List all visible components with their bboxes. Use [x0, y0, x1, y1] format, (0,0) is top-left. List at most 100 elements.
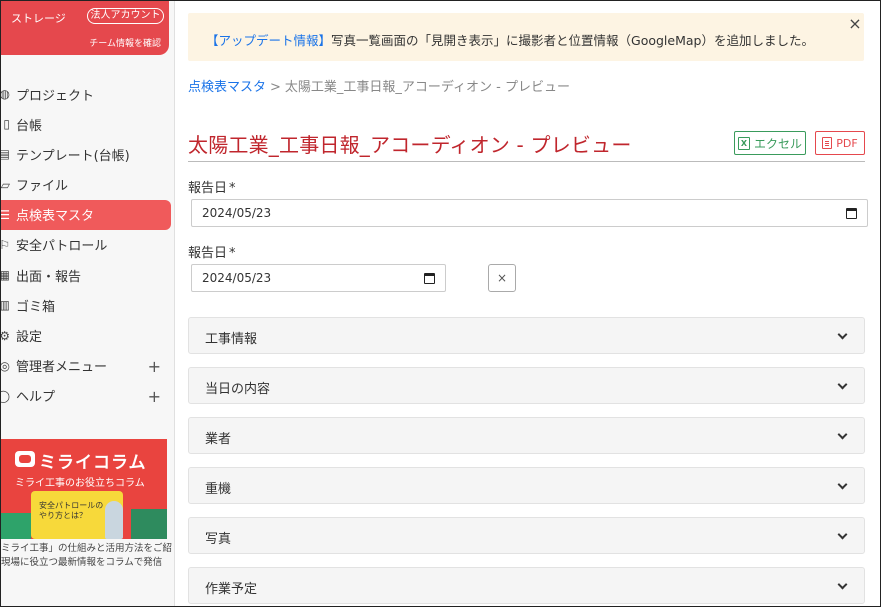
accordion-label: 工事情報: [205, 332, 258, 347]
accordion-contractors[interactable]: 業者: [188, 417, 865, 454]
required-mark: *: [229, 181, 236, 196]
chevron-down-icon: [837, 479, 848, 490]
sidebar-note: ミライ工事」の仕組みと活用方法をご紹 現場に役立つ最新情報をコラムで発信: [1, 542, 173, 570]
main-content: 【アップデート情報】写真一覧画面の「見開き表示」に撮影者と位置情報（Google…: [176, 1, 880, 606]
admin-icon: ◎: [1, 351, 10, 381]
export-excel-label: エクセル: [753, 136, 802, 151]
sidebar-note-line: ミライ工事」の仕組みと活用方法をご紹: [1, 543, 173, 554]
calendar-icon[interactable]: [846, 208, 857, 219]
close-icon[interactable]: ×: [848, 14, 862, 33]
sidebar-item-label: テンプレート(台帳): [16, 148, 130, 164]
sidebar-item-label: 台帳: [16, 118, 43, 134]
report-date-input[interactable]: 2024/05/23: [191, 199, 868, 227]
worker-illustration: [105, 501, 123, 539]
accordion-daily-content[interactable]: 当日の内容: [188, 367, 865, 404]
date-value: 2024/05/23: [202, 271, 272, 285]
globe-icon: ◍: [1, 79, 10, 109]
storage-panel: ストレージ 法人アカウント チーム情報を確認: [1, 1, 169, 55]
chevron-down-icon: [837, 329, 848, 340]
accordion-label: 写真: [205, 532, 232, 547]
sidebar-note-line: 現場に役立つ最新情報をコラムで発信: [1, 557, 163, 568]
sidebar-item-trash[interactable]: ▥ ゴミ箱: [1, 290, 171, 320]
accordion-work-schedule[interactable]: 作業予定: [188, 567, 865, 604]
sidebar-item-label: プロジェクト: [16, 88, 95, 104]
accordion-photos[interactable]: 写真: [188, 517, 865, 554]
alert-text: 【アップデート情報】写真一覧画面の「見開き表示」に撮影者と位置情報（Google…: [206, 30, 814, 49]
sidebar-nav: ◍ プロジェクト ▯ 台帳 ▤ テンプレート(台帳) ▱ ファイル ☰ 点検表マ…: [1, 79, 171, 411]
checklist-icon: ☰: [1, 200, 10, 230]
sidebar-item-ledger[interactable]: ▯ 台帳: [1, 109, 171, 139]
sidebar-item-report[interactable]: ▦ 出面・報告: [1, 260, 171, 290]
report-date-input-2[interactable]: 2024/05/23: [191, 264, 446, 292]
update-alert: 【アップデート情報】写真一覧画面の「見開き表示」に撮影者と位置情報（Google…: [188, 13, 864, 61]
expand-plus-icon[interactable]: +: [148, 357, 161, 376]
help-icon: ◯: [1, 381, 10, 411]
corporate-account-badge[interactable]: 法人アカウント: [87, 8, 164, 24]
accordion-label: 業者: [205, 432, 232, 447]
field-label-text: 報告日: [188, 181, 228, 196]
clear-date-button[interactable]: ×: [488, 264, 516, 292]
accordion-construction-info[interactable]: 工事情報: [188, 317, 865, 354]
accordion-heavy-machinery[interactable]: 重機: [188, 467, 865, 504]
chevron-down-icon: [837, 429, 848, 440]
banner-subtitle: ミライ工事のお役立ちコラム: [15, 478, 145, 489]
pdf-icon: [822, 137, 833, 149]
report-date-label: 報告日 *: [188, 177, 236, 196]
trash-icon: ▥: [1, 290, 10, 320]
sidebar-item-label: 管理者メニュー: [16, 360, 108, 376]
breadcrumb-current: 太陽工業_工事日報_アコーディオン - プレビュー: [284, 80, 570, 95]
patrol-icon: ⚐: [1, 230, 10, 260]
banner-title: ミライコラム: [39, 453, 147, 473]
sidebar-item-project[interactable]: ◍ プロジェクト: [1, 79, 171, 109]
report-date-label: 報告日 *: [188, 242, 236, 261]
chevron-down-icon: [837, 529, 848, 540]
sidebar-item-label: ゴミ箱: [16, 299, 56, 315]
ledger-icon: ▯: [3, 117, 10, 132]
title-divider: [188, 161, 865, 162]
banner-decoration: [131, 509, 167, 539]
storage-label: ストレージ: [11, 12, 66, 25]
sidebar-item-admin-menu[interactable]: ◎ 管理者メニュー +: [1, 351, 171, 381]
page-title: 太陽工業_工事日報_アコーディオン - プレビュー: [188, 133, 632, 157]
chevron-down-icon: [837, 379, 848, 390]
accordion-label: 作業予定: [205, 582, 258, 597]
template-icon: ▤: [1, 139, 10, 169]
team-info-link[interactable]: チーム情報を確認: [89, 36, 161, 49]
export-pdf-label: PDF: [836, 136, 858, 150]
excel-icon: X: [737, 136, 750, 150]
sidebar-item-file[interactable]: ▱ ファイル: [1, 170, 171, 200]
sidebar-item-label: 点検表マスタ: [16, 209, 95, 225]
breadcrumb-separator: >: [270, 80, 281, 95]
app-window: ストレージ 法人アカウント チーム情報を確認 ◍ プロジェクト ▯ 台帳 ▤ テ…: [0, 0, 881, 607]
date-value: 2024/05/23: [202, 206, 272, 220]
sidebar-item-label: 安全パトロール: [16, 239, 108, 255]
sidebar-item-checklist-master[interactable]: ☰ 点検表マスタ: [1, 199, 171, 230]
sidebar: ストレージ 法人アカウント チーム情報を確認 ◍ プロジェクト ▯ 台帳 ▤ テ…: [1, 1, 175, 606]
column-logo-icon: [15, 451, 35, 467]
update-info-link[interactable]: 【アップデート情報】: [206, 33, 331, 48]
file-icon: ▱: [1, 177, 10, 192]
report-icon: ▦: [1, 260, 10, 290]
sidebar-item-label: ヘルプ: [16, 390, 56, 406]
export-excel-button[interactable]: X エクセル: [734, 131, 806, 155]
column-banner[interactable]: ミライコラム ミライ工事のお役立ちコラム 安全パトロールの やり方とは？: [1, 439, 167, 539]
gear-icon: ⚙: [1, 321, 10, 351]
sidebar-item-help[interactable]: ◯ ヘルプ +: [1, 381, 171, 411]
field-label-text: 報告日: [188, 246, 228, 261]
breadcrumb: 点検表マスタ > 太陽工業_工事日報_アコーディオン - プレビュー: [188, 76, 570, 95]
sidebar-item-settings[interactable]: ⚙ 設定: [1, 321, 171, 351]
expand-plus-icon[interactable]: +: [148, 387, 161, 406]
banner-card-text: 安全パトロールの やり方とは？: [39, 501, 104, 520]
export-pdf-button[interactable]: PDF: [815, 131, 865, 155]
accordion-label: 当日の内容: [205, 382, 271, 397]
chevron-down-icon: [837, 579, 848, 590]
breadcrumb-parent-link[interactable]: 点検表マスタ: [188, 80, 266, 95]
accordion-label: 重機: [205, 482, 232, 497]
sidebar-item-label: 出面・報告: [16, 269, 82, 285]
sidebar-item-template[interactable]: ▤ テンプレート(台帳): [1, 139, 171, 169]
sidebar-item-label: ファイル: [16, 179, 69, 195]
banner-decoration: [1, 513, 31, 539]
calendar-icon[interactable]: [424, 273, 435, 284]
required-mark: *: [229, 246, 236, 261]
sidebar-item-safety-patrol[interactable]: ⚐ 安全パトロール: [1, 230, 171, 260]
